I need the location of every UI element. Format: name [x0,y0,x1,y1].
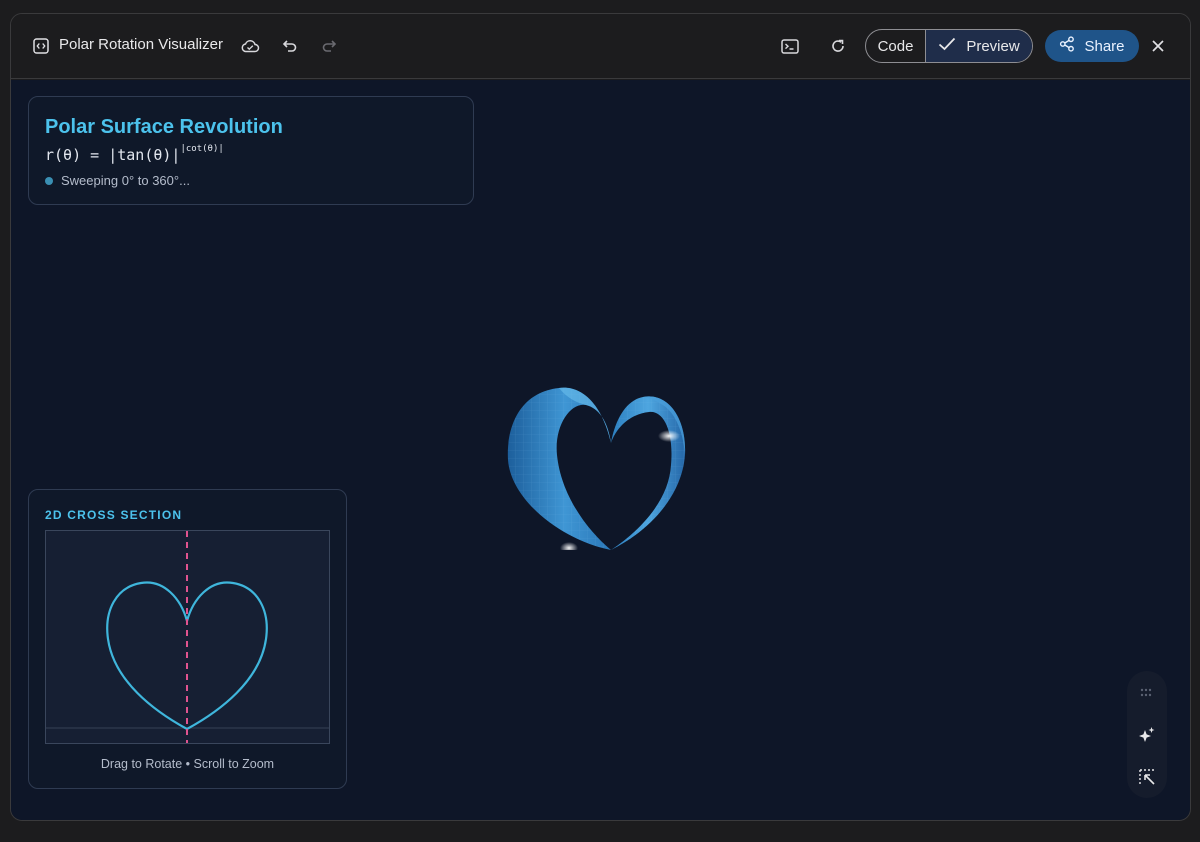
cross-section-plot[interactable] [45,530,330,744]
interaction-hint: Drag to Rotate • Scroll to Zoom [100,757,275,771]
grid-handle-icon[interactable] [1127,685,1167,701]
side-toolbar [1127,671,1167,798]
title-bar: Polar Rotation Visualizer Code Preview S… [11,14,1190,79]
cross-section-title: 2D CROSS SECTION [45,508,183,522]
undo-icon[interactable] [280,36,300,56]
code-tab[interactable]: Code [866,30,926,62]
heart-surface-3d[interactable] [491,330,731,555]
terminal-icon[interactable] [779,36,801,56]
formula: r(θ) = |tan(θ)||cot(θ)| [45,144,224,164]
code-icon [32,37,50,55]
select-element-icon[interactable] [1127,767,1167,787]
refresh-icon[interactable] [828,36,848,56]
formula-exponent: |cot(θ)| [180,144,224,154]
preview-tab[interactable]: Preview [926,30,1032,62]
share-label: Share [1084,37,1125,55]
share-button[interactable]: Share [1045,30,1139,62]
app-window: Polar Rotation Visualizer Code Preview S… [10,13,1191,821]
preview-stage[interactable]: Polar Surface Revolution r(θ) = |tan(θ)|… [11,80,1190,820]
info-title: Polar Surface Revolution [45,116,283,138]
preview-label: Preview [966,37,1020,55]
app-title: Polar Rotation Visualizer [59,36,223,53]
redo-icon[interactable] [319,36,339,56]
status-text: Sweeping 0° to 360°... [61,173,190,188]
sweep-status: Sweeping 0° to 360°... [45,173,190,188]
formula-main: r(θ) = |tan(θ)| [45,146,181,164]
status-dot [45,176,53,185]
share-icon [1059,36,1075,56]
close-icon[interactable] [1149,37,1167,55]
cloud-save-icon[interactable] [239,36,261,56]
info-card: Polar Surface Revolution r(θ) = |tan(θ)|… [28,96,474,205]
check-icon [938,37,956,55]
cross-section-card: 2D CROSS SECTION Drag to Rotate • Scroll… [28,489,347,789]
view-toggle: Code Preview [865,29,1033,63]
sparkle-icon[interactable] [1127,725,1167,745]
